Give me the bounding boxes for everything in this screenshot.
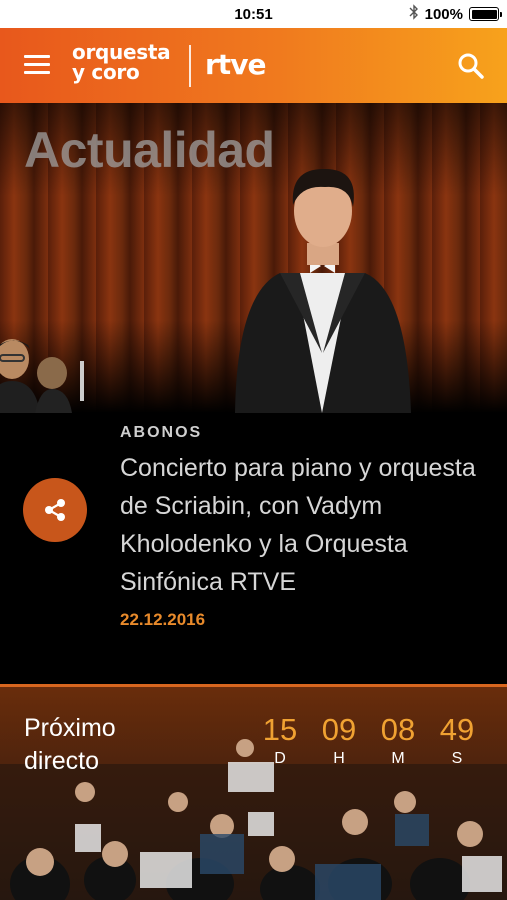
logo-divider	[189, 45, 191, 87]
article-headline[interactable]: Concierto para piano y orquesta de Scria…	[120, 449, 490, 601]
battery-percent: 100%	[424, 5, 463, 23]
countdown-days-label: D	[274, 750, 286, 767]
app-header: orquesta y coro rtve	[0, 28, 507, 103]
musician-figure	[0, 339, 84, 413]
countdown-minutes-label: M	[391, 750, 405, 767]
pianist-photo	[235, 168, 411, 413]
battery-icon	[469, 7, 502, 21]
article-date: 22.12.2016	[120, 610, 206, 629]
next-live-title-line1: Próximo	[24, 714, 116, 742]
next-live-title: Próximo directo	[24, 712, 116, 778]
hero-image[interactable]: Actualidad	[0, 103, 507, 413]
logo-line-1: orquesta	[72, 40, 171, 64]
hamburger-menu-icon[interactable]	[24, 55, 50, 75]
orquesta-coro-logo: orquesta y coro	[72, 40, 171, 84]
countdown-minutes: 08 M	[376, 713, 420, 768]
bluetooth-icon	[409, 4, 419, 24]
countdown-timer: 15 D 09 H 08 M 49 S	[258, 713, 479, 768]
countdown-minutes-value: 08	[380, 712, 416, 747]
countdown-hours-label: H	[333, 750, 345, 767]
status-indicators: 100%	[409, 0, 502, 28]
countdown-days-value: 15	[262, 712, 298, 747]
search-icon[interactable]	[457, 52, 485, 80]
countdown-seconds-value: 49	[439, 712, 475, 747]
countdown-seconds-label: S	[451, 750, 463, 767]
status-bar: 10:51 100%	[0, 0, 507, 28]
share-icon	[45, 499, 65, 521]
rtve-logo: rtve	[205, 48, 266, 81]
countdown-seconds: 49 S	[435, 713, 479, 768]
countdown-days: 15 D	[258, 713, 302, 768]
logo-line-2: y coro	[72, 60, 140, 84]
next-live-panel[interactable]: Próximo directo 15 D 09 H 08 M 49 S	[0, 684, 507, 900]
countdown-hours: 09 H	[317, 713, 361, 768]
countdown-hours-value: 09	[321, 712, 357, 747]
next-live-title-line2: directo	[24, 747, 100, 775]
share-button[interactable]	[23, 478, 87, 542]
article-category: ABONOS	[120, 424, 203, 441]
status-time: 10:51	[234, 5, 273, 23]
